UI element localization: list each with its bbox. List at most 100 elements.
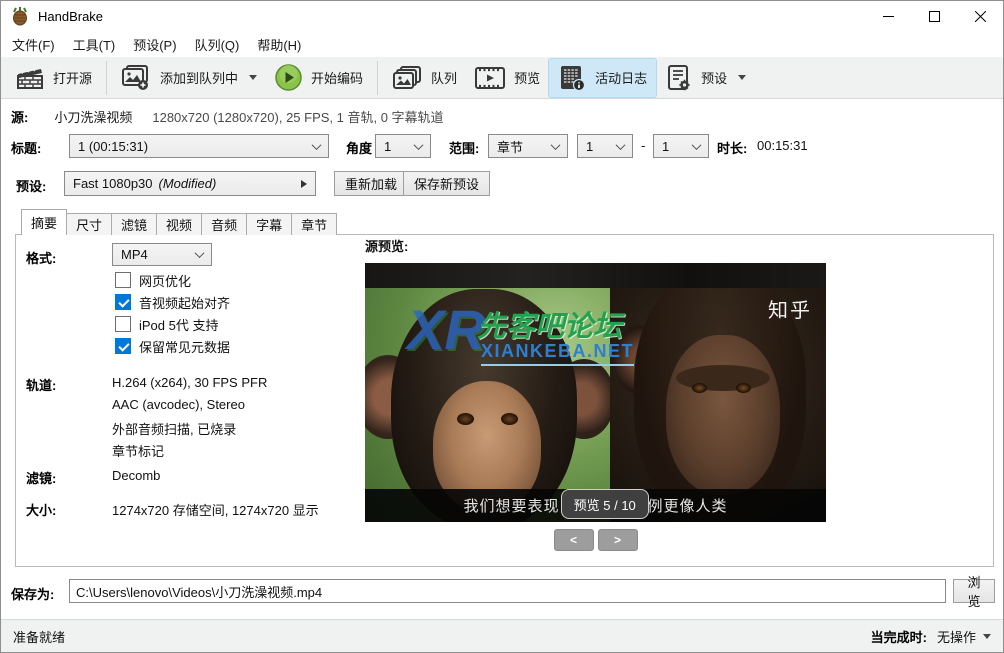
checkbox-row-web-optimized[interactable]: 网页优化 xyxy=(115,271,191,289)
menu-help[interactable]: 帮助(H) xyxy=(248,31,310,58)
preview-counter-tooltip: 预览 5 / 10 xyxy=(560,489,649,519)
keep-metadata-label: 保留常见元数据 xyxy=(139,339,231,355)
queue-button[interactable]: 队列 xyxy=(383,59,466,97)
presets-label: 预设 xyxy=(701,71,728,86)
watermark-logo: XR xyxy=(407,298,485,361)
preset-select[interactable]: Fast 1080p30 (Modified) xyxy=(64,171,316,196)
angle-select[interactable]: 1 xyxy=(375,134,431,158)
preview-prev-button[interactable]: < xyxy=(553,529,594,551)
save-path-input[interactable] xyxy=(69,579,946,603)
when-done-value: 无操作 xyxy=(936,629,976,645)
presets-dropdown-icon[interactable] xyxy=(738,75,747,80)
source-preview-label: 源预览: xyxy=(365,239,409,254)
format-select[interactable]: MP4 xyxy=(112,243,212,266)
chimp-art xyxy=(692,383,707,393)
chimp-art xyxy=(676,365,770,391)
preset-row: 预设: Fast 1080p30 (Modified) 重新加载 保存新预设 xyxy=(1,171,1003,197)
title-select[interactable]: 1 (00:15:31) xyxy=(69,134,329,158)
start-encode-button[interactable]: 开始编码 xyxy=(266,59,372,97)
preset-modified-flag: (Modified) xyxy=(158,176,217,191)
chevron-down-icon xyxy=(691,139,702,150)
menu-queue[interactable]: 队列(Q) xyxy=(186,31,249,58)
presets-button[interactable]: 预设 xyxy=(656,59,755,97)
checkbox-row-av-align[interactable]: 音视频起始对齐 xyxy=(115,293,230,311)
preset-label: 预设: xyxy=(16,179,47,194)
window-controls xyxy=(865,1,1003,31)
titlebar: HandBrake xyxy=(1,1,1003,31)
web-optimized-label: 网页优化 xyxy=(139,273,192,289)
av-align-checkbox[interactable] xyxy=(115,294,131,310)
keep-metadata-checkbox[interactable] xyxy=(115,338,131,354)
source-preview-image: XR 先客吧论坛 XIANKEBA.NET 知乎 我们想要表现 例更像人类 预览 … xyxy=(365,263,826,522)
tab-filters[interactable]: 滤镜 xyxy=(111,213,158,235)
preset-select-value: Fast 1080p30 xyxy=(73,176,153,191)
tab-audio[interactable]: 音频 xyxy=(201,213,248,235)
maximize-button[interactable] xyxy=(911,1,957,31)
minimize-button[interactable] xyxy=(865,1,911,31)
preview-next-button[interactable]: > xyxy=(597,529,638,551)
ipod-support-checkbox[interactable] xyxy=(115,316,131,332)
when-done-select[interactable]: 无操作 xyxy=(937,627,991,646)
title-label: 标题: xyxy=(11,141,42,156)
watermark-zhihu: 知乎 xyxy=(768,300,812,322)
range-to-value: 1 xyxy=(662,138,670,154)
checkbox-row-ipod-support[interactable]: iPod 5代 支持 xyxy=(115,315,218,333)
handbrake-window: HandBrake 文件(F) 工具(T) 预设(P) 队列(Q) 帮助(H) xyxy=(0,0,1004,653)
preview-button[interactable]: 预览 xyxy=(466,59,549,97)
add-to-queue-label: 添加到队列中 xyxy=(160,71,239,86)
maximize-icon xyxy=(928,10,940,22)
chevron-down-icon xyxy=(983,633,991,639)
size-value: 1274x720 存储空间, 1274x720 显示 xyxy=(112,503,319,518)
play-icon xyxy=(275,64,302,91)
toolbar-separator xyxy=(106,60,108,95)
menu-file[interactable]: 文件(F) xyxy=(3,31,64,58)
activity-log-button[interactable]: 活动日志 xyxy=(548,57,658,98)
ipod-support-label: iPod 5代 支持 xyxy=(139,317,219,333)
source-name: 小刀洗澡视频 xyxy=(54,110,133,125)
watermark-forum-url: XIANKEBA.NET xyxy=(481,341,635,366)
preview-nav: < > xyxy=(365,529,826,551)
duration-label: 时长: xyxy=(717,141,748,156)
queue-icon xyxy=(393,65,422,89)
range-from-select[interactable]: 1 xyxy=(577,134,633,158)
tab-subtitles[interactable]: 字幕 xyxy=(246,213,293,235)
window-title: HandBrake xyxy=(38,8,104,24)
close-button[interactable] xyxy=(957,1,1003,31)
angle-label: 角度 xyxy=(346,141,373,156)
preview-photo-left xyxy=(365,263,615,522)
range-to-select[interactable]: 1 xyxy=(653,134,709,158)
preview-top-strip xyxy=(365,263,826,288)
tab-chapters[interactable]: 章节 xyxy=(291,213,338,235)
menu-presets[interactable]: 预设(P) xyxy=(124,31,185,58)
chevron-down-icon xyxy=(413,139,424,150)
duration-value: 00:15:31 xyxy=(757,138,808,153)
chimp-art xyxy=(666,335,780,495)
queue-label: 队列 xyxy=(431,71,458,86)
chevron-down-icon xyxy=(194,248,205,259)
save-new-preset-button[interactable]: 保存新预设 xyxy=(403,171,491,196)
menu-tools[interactable]: 工具(T) xyxy=(64,31,125,58)
tab-dimensions[interactable]: 尺寸 xyxy=(66,213,113,235)
tab-summary[interactable]: 摘要 xyxy=(21,209,68,235)
activity-log-label: 活动日志 xyxy=(595,71,648,86)
browse-button[interactable]: 浏览 xyxy=(953,575,995,609)
track-video: H.264 (x264), 30 FPS PFR xyxy=(112,375,268,390)
open-source-button[interactable]: 打开源 xyxy=(7,59,101,97)
reload-preset-button[interactable]: 重新加载 xyxy=(334,171,409,196)
range-type-select[interactable]: 章节 xyxy=(488,134,568,158)
presets-icon xyxy=(668,64,690,90)
menubar: 文件(F) 工具(T) 预设(P) 队列(Q) 帮助(H) xyxy=(1,31,1003,57)
range-label: 范围: xyxy=(449,141,480,156)
open-source-label: 打开源 xyxy=(53,71,93,86)
range-dash: - xyxy=(641,138,646,153)
add-to-queue-button[interactable]: 添加到队列中 xyxy=(112,59,266,97)
chevron-down-icon xyxy=(615,139,626,150)
size-label: 大小: xyxy=(26,503,57,518)
web-optimized-checkbox[interactable] xyxy=(115,272,131,288)
checkbox-row-keep-metadata[interactable]: 保留常见元数据 xyxy=(115,337,230,355)
chimp-art xyxy=(501,413,518,425)
tab-video[interactable]: 视频 xyxy=(156,213,203,235)
add-to-queue-dropdown-icon[interactable] xyxy=(249,75,258,80)
filters-value: Decomb xyxy=(112,468,161,483)
format-select-value: MP4 xyxy=(121,247,148,262)
